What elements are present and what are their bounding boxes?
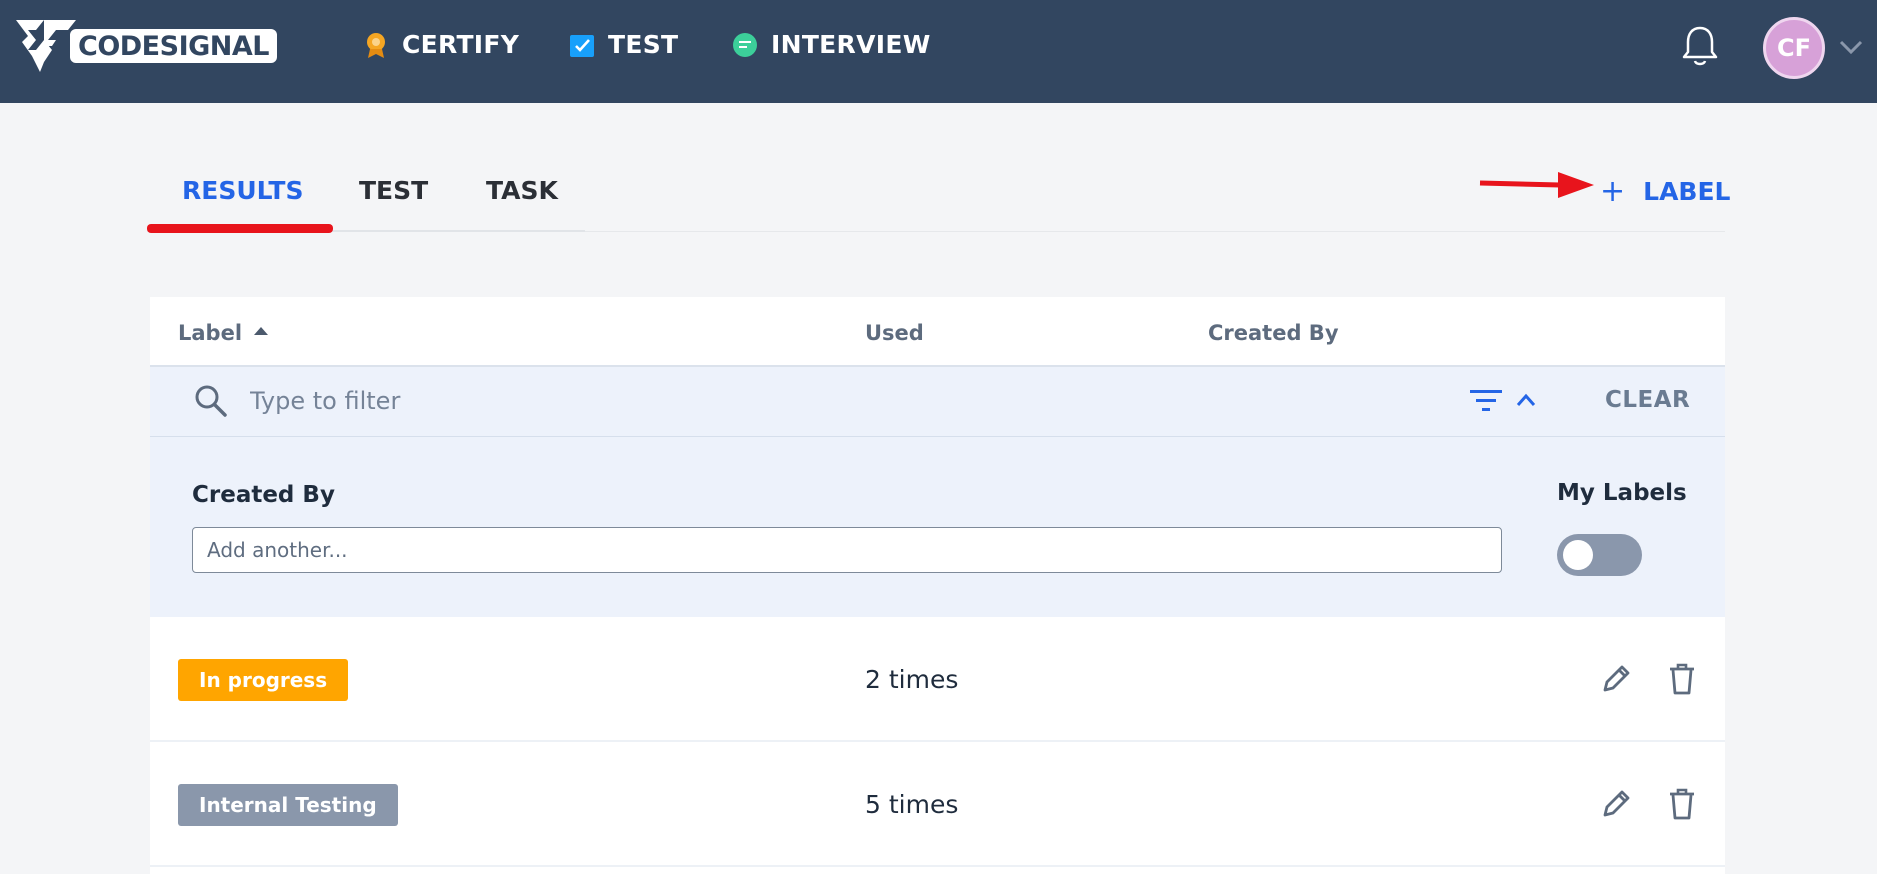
- column-header-label[interactable]: Label: [178, 321, 269, 345]
- test-checkbox-icon: [570, 34, 594, 57]
- certify-medal-icon: [367, 32, 385, 58]
- annotation-arrow-icon: [1479, 172, 1594, 198]
- sort-ascending-icon: [254, 327, 269, 335]
- brand-name: CODESIGNAL: [78, 30, 269, 62]
- table-row: Internal Testing 5 times: [150, 742, 1725, 867]
- my-labels-label: My Labels: [1557, 480, 1687, 506]
- table-header: Label Used Created By: [150, 297, 1725, 367]
- clear-filter-button[interactable]: CLEAR: [1605, 387, 1690, 413]
- filter-bar: CLEAR: [150, 367, 1725, 437]
- codesignal-logo-icon: [16, 20, 76, 72]
- label-badge[interactable]: Internal Testing: [178, 784, 398, 826]
- labels-table: Label Used Created By CLEAR Created By M…: [150, 297, 1725, 874]
- edit-pencil-icon[interactable]: [1600, 662, 1632, 696]
- delete-trash-icon[interactable]: [1666, 662, 1698, 696]
- my-labels-toggle[interactable]: [1557, 534, 1642, 576]
- nav-certify[interactable]: CERTIFY: [362, 30, 519, 59]
- edit-pencil-icon[interactable]: [1600, 787, 1632, 821]
- nav-interview[interactable]: INTERVIEW: [731, 30, 931, 59]
- top-navbar: CODESIGNAL CERTIFY TEST INTERVIEW CF: [0, 0, 1877, 103]
- table-row: In progress 2 times: [150, 617, 1725, 742]
- interview-chat-icon: [733, 32, 757, 57]
- column-header-created-by[interactable]: Created By: [1208, 321, 1339, 345]
- tab-test[interactable]: TEST: [359, 176, 428, 205]
- filter-input[interactable]: [250, 381, 1150, 421]
- user-initials: CF: [1776, 34, 1811, 62]
- chevron-up-icon[interactable]: [1515, 392, 1537, 408]
- plus-icon: +: [1600, 174, 1626, 209]
- tab-results[interactable]: RESULTS: [182, 176, 303, 205]
- created-by-filter-input[interactable]: [192, 527, 1502, 573]
- add-label-button[interactable]: + LABEL: [1600, 174, 1730, 209]
- column-label-text: Label: [178, 321, 243, 345]
- user-avatar[interactable]: CF: [1763, 17, 1825, 79]
- used-count: 2 times: [865, 665, 959, 694]
- nav-interview-label: INTERVIEW: [771, 30, 931, 59]
- notification-bell-icon[interactable]: [1680, 24, 1720, 68]
- nav-test-label: TEST: [608, 30, 679, 59]
- filter-icon[interactable]: [1470, 388, 1502, 414]
- codesignal-wordmark: CODESIGNAL: [70, 29, 277, 63]
- tabs-divider: [585, 231, 1725, 232]
- nav-certify-label: CERTIFY: [402, 30, 520, 59]
- label-badge[interactable]: In progress: [178, 659, 349, 701]
- add-label-text: LABEL: [1643, 177, 1731, 206]
- created-by-filter-label: Created By: [192, 482, 335, 508]
- chevron-down-icon[interactable]: [1838, 38, 1864, 56]
- tab-task[interactable]: TASK: [486, 176, 558, 205]
- search-icon: [195, 385, 227, 417]
- column-header-used[interactable]: Used: [865, 321, 924, 345]
- used-count: 5 times: [865, 790, 959, 819]
- codesignal-logo[interactable]: CODESIGNAL: [14, 16, 277, 76]
- active-tab-indicator: [147, 224, 333, 233]
- filter-panel: Created By My Labels: [150, 437, 1725, 617]
- toggle-knob: [1563, 540, 1593, 570]
- nav-test[interactable]: TEST: [568, 30, 678, 59]
- label-tabs: RESULTS TEST TASK: [147, 160, 585, 233]
- delete-trash-icon[interactable]: [1666, 787, 1698, 821]
